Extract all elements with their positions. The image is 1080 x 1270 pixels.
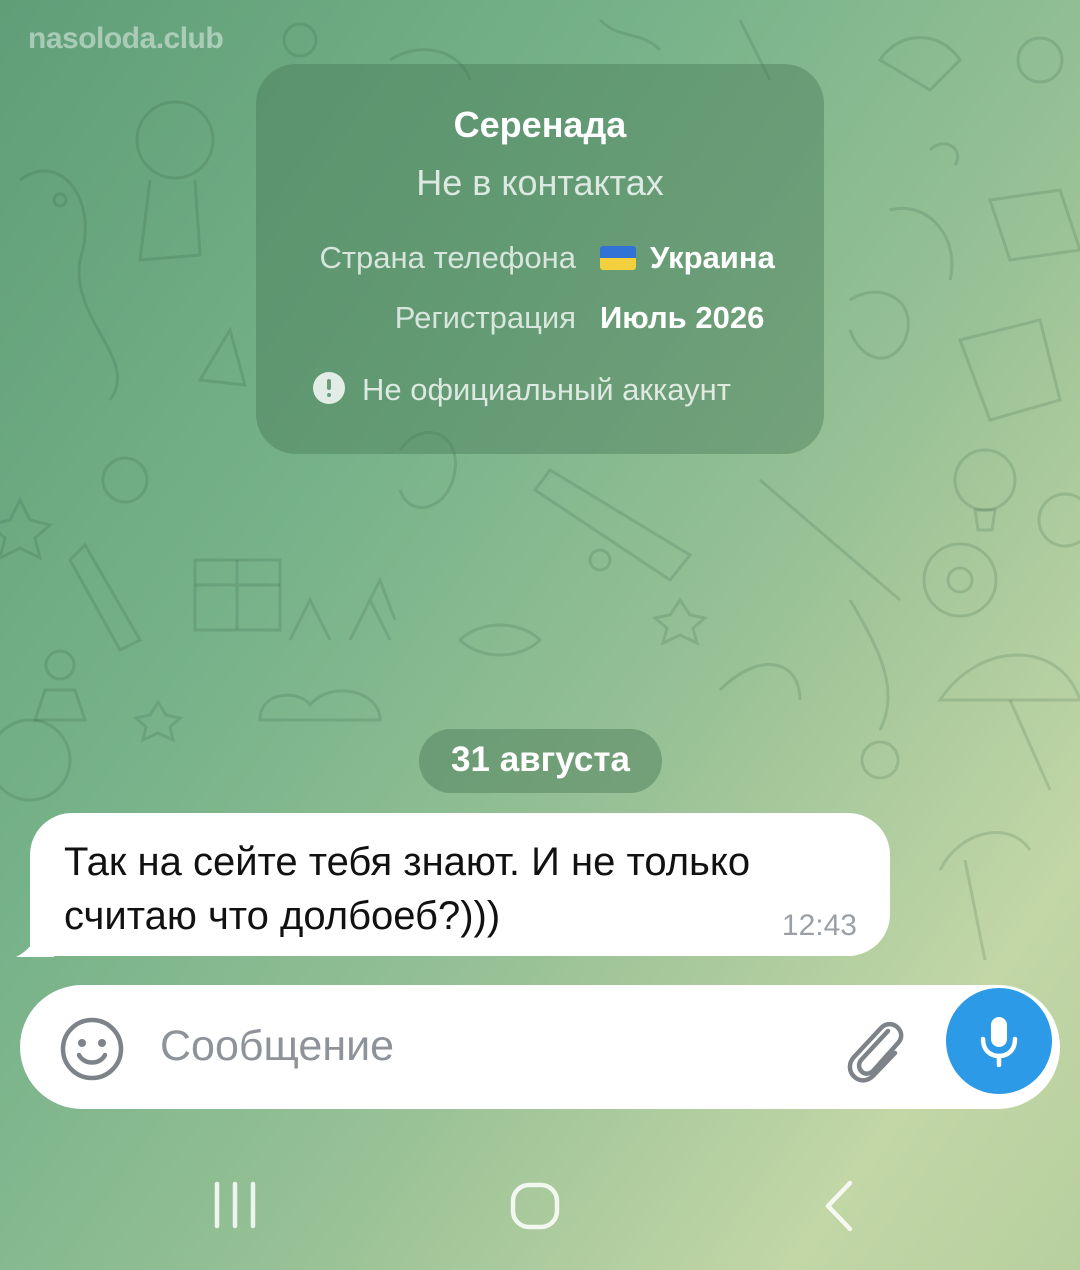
- paperclip-icon[interactable]: [840, 1009, 910, 1089]
- back-icon[interactable]: [818, 1178, 858, 1239]
- official-notice-text: Не официальный аккаунт: [362, 372, 731, 407]
- date-separator: 31 августа: [419, 729, 662, 793]
- message-time: 12:43: [781, 909, 857, 942]
- recent-apps-icon[interactable]: [210, 1180, 260, 1235]
- registration-row: Регистрация Июль 2026: [256, 300, 824, 340]
- message-composer: [20, 985, 1060, 1109]
- registration-value: Июль 2026: [600, 300, 765, 335]
- phone-country-value: Украина: [600, 240, 775, 276]
- system-navigation-bar: [0, 1150, 1080, 1270]
- microphone-icon: [980, 1017, 1018, 1068]
- official-notice: Не официальный аккаунт: [0, 372, 1080, 412]
- phone-country-label: Страна телефона: [319, 240, 576, 275]
- registration-label: Регистрация: [394, 300, 576, 335]
- phone-country-row: Страна телефона Украина: [256, 240, 824, 280]
- ukraine-flag-icon: [600, 246, 636, 270]
- watermark: nasoloda.club: [28, 22, 224, 55]
- contact-status: Не в контактах: [416, 162, 664, 203]
- home-icon[interactable]: [509, 1180, 561, 1237]
- microphone-button[interactable]: [946, 988, 1052, 1094]
- smile-icon[interactable]: [58, 1015, 126, 1083]
- contact-name: Серенада: [453, 104, 627, 145]
- info-exclamation-icon: [313, 372, 345, 404]
- message-input[interactable]: [160, 1015, 760, 1077]
- phone-country-text: Украина: [650, 240, 775, 275]
- message-bubble-incoming[interactable]: Так на сейте тебя знают. И не только счи…: [30, 813, 890, 956]
- message-text: Так на сейте тебя знают. И не только счи…: [64, 840, 751, 938]
